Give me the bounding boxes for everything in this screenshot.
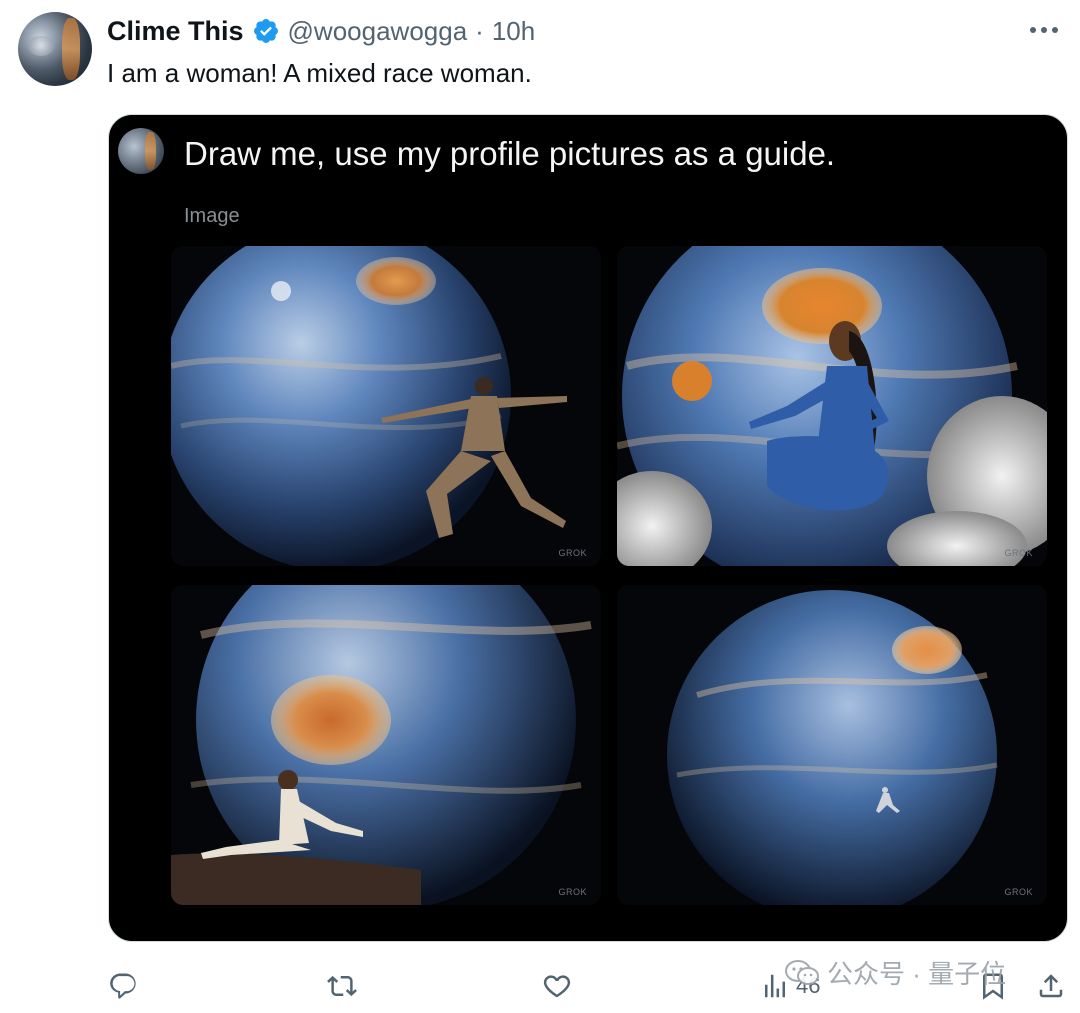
tweet-timestamp[interactable]: 10h bbox=[492, 16, 535, 47]
tweet-text: I am a woman! A mixed race woman. bbox=[107, 58, 532, 88]
grok-watermark: GROK bbox=[1004, 887, 1033, 897]
author-avatar[interactable] bbox=[18, 12, 92, 86]
author-name[interactable]: Clime This bbox=[107, 16, 244, 47]
wechat-watermark: 公众号 · 量子位 bbox=[785, 954, 1006, 991]
card-prompt: Draw me, use my profile pictures as a gu… bbox=[184, 135, 836, 172]
share-icon bbox=[1039, 974, 1063, 998]
card-image-label: Image bbox=[184, 205, 240, 227]
generated-image-2[interactable]: GROK bbox=[617, 246, 1047, 566]
planet-tiny-figure-illustration bbox=[617, 585, 1047, 905]
more-options-icon[interactable] bbox=[1026, 18, 1062, 42]
generated-image-3[interactable]: GROK bbox=[171, 585, 601, 905]
share-button[interactable] bbox=[1036, 966, 1066, 1006]
planet-meditation-illustration bbox=[617, 246, 1047, 566]
grok-watermark: GROK bbox=[558, 887, 587, 897]
grok-watermark: GROK bbox=[558, 548, 587, 558]
generated-image-1[interactable]: GROK bbox=[171, 246, 601, 566]
heart-icon bbox=[543, 975, 571, 998]
reply-icon bbox=[110, 973, 136, 999]
reply-button[interactable] bbox=[108, 966, 138, 1006]
grok-image-card[interactable]: Draw me, use my profile pictures as a gu… bbox=[108, 114, 1068, 942]
card-avatar bbox=[118, 128, 164, 174]
grok-watermark: GROK bbox=[1004, 548, 1033, 558]
planet-dancer-illustration bbox=[171, 246, 601, 566]
wechat-logo-icon bbox=[785, 959, 819, 985]
tweet-header: Clime This @woogawogga · 10h bbox=[107, 14, 535, 48]
repost-icon bbox=[327, 975, 357, 997]
generated-image-4[interactable]: GROK bbox=[617, 585, 1047, 905]
author-handle[interactable]: @woogawogga bbox=[288, 16, 468, 47]
meta-separator: · bbox=[475, 15, 484, 46]
repost-button[interactable] bbox=[327, 966, 357, 1006]
verified-badge-icon bbox=[253, 19, 278, 43]
like-button[interactable] bbox=[542, 966, 572, 1006]
planet-stretch-illustration bbox=[171, 585, 601, 905]
watermark-text: 公众号 · 量子位 bbox=[827, 959, 1007, 989]
